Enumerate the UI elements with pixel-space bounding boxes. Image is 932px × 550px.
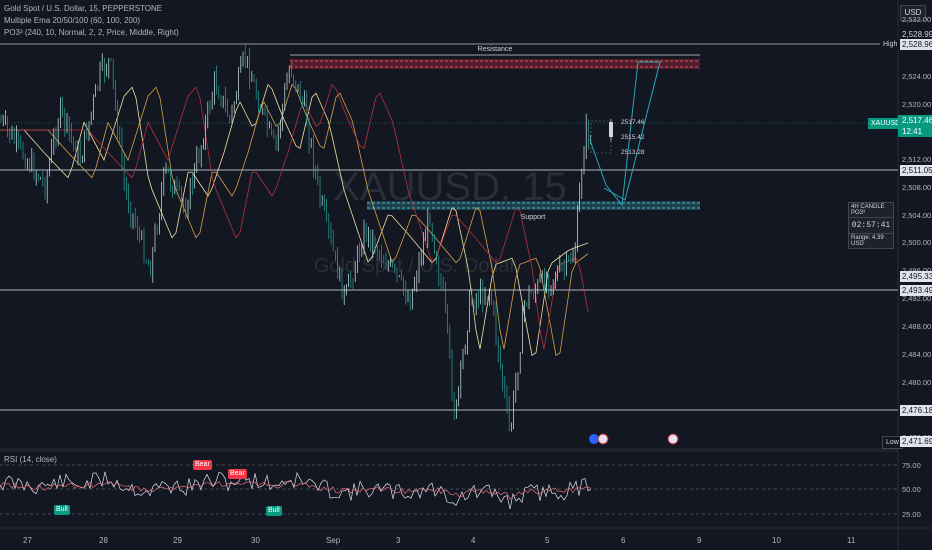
po3-box-title: 4H CANDLE PO3³ <box>849 203 893 218</box>
rsi-level-50: 50.00 <box>902 485 921 494</box>
level-tag-2476: 2,476.18 <box>900 405 932 416</box>
watermark-symbol: XAUUSD, 15 <box>333 165 566 209</box>
price-tick: 2,500.00 <box>902 238 932 247</box>
high-tag: High <box>880 39 901 50</box>
price-tick: 2,532.00 <box>902 15 932 24</box>
po3-price-high: 2517.46 <box>621 119 645 126</box>
price-tick: 2,520.00 <box>902 100 932 109</box>
us-flag-icon[interactable] <box>597 433 609 445</box>
rsi-bear-label: Bear <box>228 469 247 479</box>
time-tick: 5 <box>545 536 550 545</box>
time-tick: 29 <box>173 536 182 545</box>
watermark-name: Gold Spot / U.S. Dollar <box>314 255 517 277</box>
time-tick: 10 <box>772 536 781 545</box>
po3-timer: 02:57:41 <box>849 218 893 234</box>
time-tick: 3 <box>396 536 401 545</box>
rsi-level-75: 75.00 <box>902 461 921 470</box>
time-tick: 9 <box>697 536 702 545</box>
resistance-label: Resistance <box>478 46 513 53</box>
rsi-bear-label: Bear <box>193 460 212 470</box>
level-tag-2493: 2,493.49 <box>900 285 932 296</box>
price-tick: 2,524.00 <box>902 72 932 81</box>
po3-countdown-panel: 4H CANDLE PO3³ 02:57:41 Range: 4.39 USD <box>848 202 894 249</box>
us-flag-icon[interactable] <box>667 433 679 445</box>
indicator-ema-title[interactable]: Multiple Ema 20/50/100 (60, 100, 200) <box>4 16 140 25</box>
price-tick: 2,512.00 <box>902 155 932 164</box>
price-tick: 2,504.00 <box>902 211 932 220</box>
low-value: 2,471.69 <box>900 436 932 447</box>
price-tick: 2,480.00 <box>902 378 932 387</box>
time-tick: 30 <box>251 536 260 545</box>
rsi-level-25: 25.00 <box>902 510 921 519</box>
time-tick: 28 <box>99 536 108 545</box>
rsi-bull-label: Bull <box>54 505 70 515</box>
price-tick: 2,484.00 <box>902 350 932 359</box>
po3-price-low: 2513.28 <box>621 149 645 156</box>
current-price: 2,517.46 <box>902 116 932 125</box>
rsi-title[interactable]: RSI (14, close) <box>4 455 57 464</box>
chart-symbol-title[interactable]: Gold Spot / U.S. Dollar, 15, PEPPERSTONE <box>4 4 162 13</box>
support-label: Support <box>521 214 546 221</box>
indicator-po3-title[interactable]: PO3³ (240, 10, Normal, 2, 2, Price, Midd… <box>4 28 179 37</box>
level-tag-2511: 2,511.05 <box>900 165 932 176</box>
time-tick: 6 <box>621 536 626 545</box>
price-countdown: 12:41 <box>902 127 923 136</box>
high-value: 2,528.96 <box>900 39 932 50</box>
po3-price-mid: 2515.42 <box>621 134 645 141</box>
level-tag-2495: 2,495.33 <box>900 271 932 282</box>
time-tick: 27 <box>23 536 32 545</box>
time-tick: Sep <box>326 536 341 545</box>
time-tick: 11 <box>847 536 856 545</box>
price-tick: 2,488.00 <box>902 322 932 331</box>
price-tick: 2,508.00 <box>902 183 932 192</box>
chart-canvas[interactable]: Resistance Support XAUUSD, 15 Gold Spot … <box>0 0 932 550</box>
time-tick: 4 <box>471 536 476 545</box>
po3-range: Range: 4.39 USD <box>851 235 884 247</box>
rsi-bull-label: Bull <box>266 506 282 516</box>
